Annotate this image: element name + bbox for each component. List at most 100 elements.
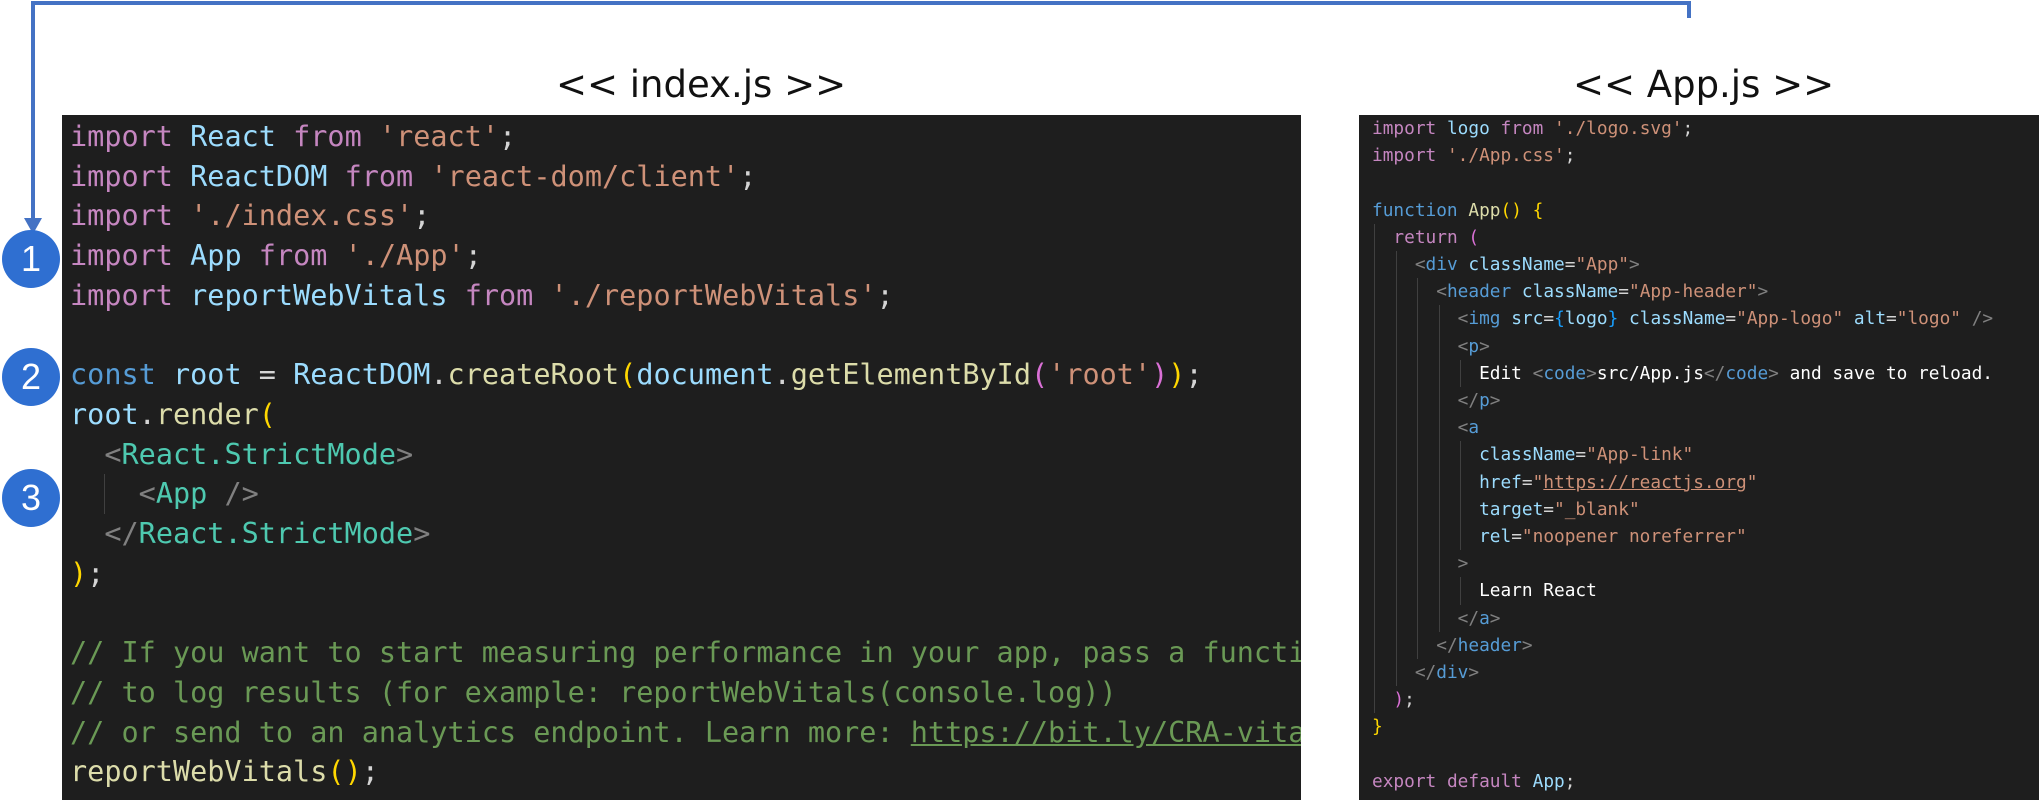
index-js-editor: import React from 'react'; import ReactDO… xyxy=(62,115,1301,800)
code-line: import reportWebVitals from './reportWeb… xyxy=(70,278,894,312)
indent-guide xyxy=(1396,550,1397,578)
code-line: export default App; xyxy=(1372,770,1576,792)
code-line: // or send to an analytics endpoint. Lea… xyxy=(70,713,1301,753)
code-line: className="App-link" xyxy=(1372,441,2039,469)
indent-guide xyxy=(1417,495,1418,524)
code-line: reportWebVitals(); xyxy=(70,755,379,789)
indent-guide xyxy=(1460,468,1461,496)
indent-guide xyxy=(1396,577,1397,605)
code-line: ); xyxy=(70,556,105,590)
indent-guide xyxy=(1396,332,1397,360)
indent-guide xyxy=(1439,604,1440,632)
code-line: </header> xyxy=(1372,631,2039,660)
indent-guide xyxy=(1439,550,1440,578)
code-line: root.render( xyxy=(70,397,276,431)
code-line: import './App.css'; xyxy=(1372,145,1576,167)
indent-guide xyxy=(1439,577,1440,605)
indent-guide xyxy=(1374,332,1375,360)
indent-guide xyxy=(1396,631,1397,660)
code-line: <img src={logo} className="App-logo" alt… xyxy=(1372,305,2039,333)
indent-guide xyxy=(1439,359,1440,388)
app-js-code: import logo from './logo.svg'; import './… xyxy=(1359,115,2039,795)
indent-guide xyxy=(1374,604,1375,632)
code-line: <App /> xyxy=(70,474,1301,515)
code-line: > xyxy=(1372,550,2039,578)
indent-guide xyxy=(1396,523,1397,551)
code-line: function App() { xyxy=(1372,199,1544,221)
indent-guide xyxy=(1374,359,1375,388)
code-line: import logo from './logo.svg'; xyxy=(1372,118,1694,139)
indent-guide xyxy=(1417,387,1418,415)
reactjs-link[interactable]: https://reactjs.org xyxy=(1543,472,1746,493)
indent-guide xyxy=(1374,468,1375,496)
app-js-title: << App.js >> xyxy=(1573,63,1835,106)
indent-guide xyxy=(1374,577,1375,605)
indent-guide xyxy=(1460,441,1461,469)
indent-guide xyxy=(1374,387,1375,415)
code-line: href="https://reactjs.org" xyxy=(1372,468,2039,496)
indent-guide xyxy=(1439,468,1440,496)
indent-guide xyxy=(1374,278,1375,306)
indent-guide xyxy=(1396,387,1397,415)
code-line: ); xyxy=(1372,686,2039,714)
indent-guide xyxy=(1417,332,1418,360)
code-line: </div> xyxy=(1372,659,2039,687)
indent-guide xyxy=(1417,577,1418,605)
step-marker-1: 1 xyxy=(2,230,60,288)
indent-guide xyxy=(1417,359,1418,388)
code-line: import React from 'react'; xyxy=(70,120,517,153)
indent-guide xyxy=(1374,631,1375,660)
index-js-title: << index.js >> xyxy=(556,63,847,106)
indent-guide xyxy=(1374,495,1375,524)
index-js-code: import React from 'react'; import ReactDO… xyxy=(62,115,1301,792)
indent-guide xyxy=(1396,604,1397,632)
indent-guide xyxy=(1417,631,1418,660)
code-line: const root = ReactDOM.createRoot(documen… xyxy=(70,358,1203,392)
step-marker-3: 3 xyxy=(2,469,60,527)
code-line: // to log results (for example: reportWe… xyxy=(70,675,1117,709)
indent-guide xyxy=(1374,659,1375,687)
cra-vitals-link[interactable]: https://bit.ly/CRA-vitals xyxy=(911,716,1301,749)
code-line: return ( xyxy=(1372,223,2039,252)
indent-guide xyxy=(1417,305,1418,333)
code-line: </a> xyxy=(1372,604,2039,632)
code-line: import './index.css'; xyxy=(70,199,431,233)
indent-guide xyxy=(1460,523,1461,551)
indent-guide xyxy=(1374,305,1375,333)
indent-guide xyxy=(1374,441,1375,469)
indent-guide xyxy=(1396,251,1397,279)
code-line: <React.StrictMode> xyxy=(104,437,414,471)
code-line: } xyxy=(1372,716,1383,738)
indent-guide xyxy=(1396,468,1397,496)
indent-guide xyxy=(1374,523,1375,551)
indent-guide xyxy=(1417,604,1418,632)
code-line: Edit <code>src/App.js</code> and save to… xyxy=(1372,359,2039,388)
indent-guide xyxy=(1374,251,1375,279)
indent-guide xyxy=(1460,577,1461,605)
code-line: <a xyxy=(1372,414,2039,442)
indent-guide xyxy=(1396,305,1397,333)
code-line: </React.StrictMode> xyxy=(104,517,431,551)
indent-guide xyxy=(1396,441,1397,469)
indent-guide xyxy=(1396,659,1397,687)
indent-guide xyxy=(1374,223,1375,252)
code-line: // If you want to start measuring perfor… xyxy=(70,636,1301,670)
code-line: Learn React xyxy=(1372,577,2039,605)
code-line: <div className="App"> xyxy=(1372,251,2039,279)
indent-guide xyxy=(1396,278,1397,306)
indent-guide xyxy=(1417,523,1418,551)
code-line: rel="noopener noreferrer" xyxy=(1372,523,2039,551)
indent-guide xyxy=(1417,278,1418,306)
indent-guide xyxy=(1396,495,1397,524)
indent-guide xyxy=(1396,359,1397,388)
app-js-editor: import logo from './logo.svg'; import './… xyxy=(1359,115,2039,800)
indent-guide xyxy=(1439,305,1440,333)
indent-guide xyxy=(1439,495,1440,524)
indent-guide xyxy=(1374,550,1375,578)
indent-guide xyxy=(104,474,105,515)
indent-guide xyxy=(1439,387,1440,415)
